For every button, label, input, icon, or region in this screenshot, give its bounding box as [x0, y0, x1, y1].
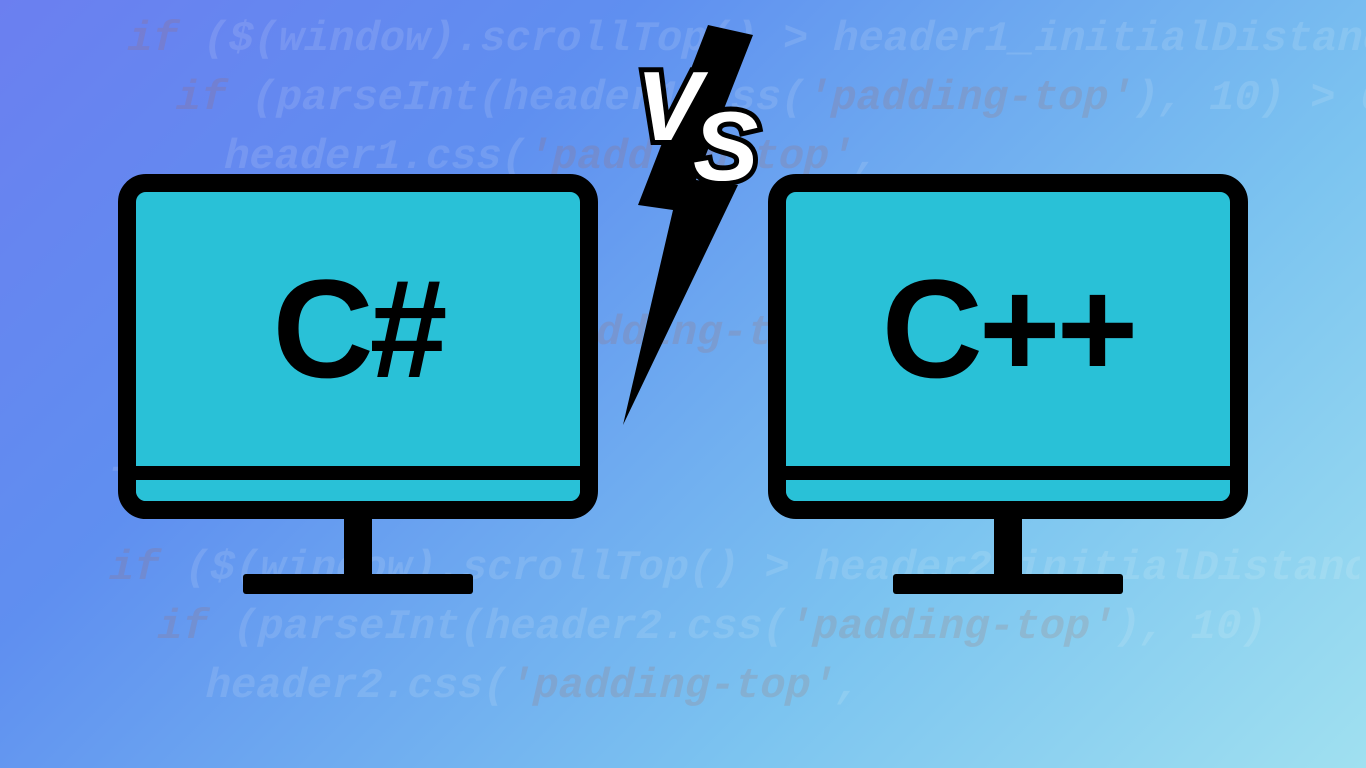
- comparison-container: C# C++ V S: [0, 0, 1366, 768]
- monitor-neck-left: [344, 519, 372, 574]
- monitor-base-right: [893, 574, 1123, 594]
- svg-text:S: S: [693, 91, 758, 201]
- monitor-base-left: [243, 574, 473, 594]
- monitor-screen-right: C++: [786, 192, 1230, 466]
- monitor-frame-right: C++: [768, 174, 1248, 519]
- right-language-label: C++: [882, 248, 1135, 410]
- right-monitor: C++: [768, 174, 1248, 594]
- monitor-bar-right: [786, 466, 1230, 501]
- monitor-frame-left: C#: [118, 174, 598, 519]
- left-language-label: C#: [273, 248, 444, 410]
- vs-lightning-icon: V S: [578, 25, 788, 425]
- monitor-neck-right: [994, 519, 1022, 574]
- monitor-screen-left: C#: [136, 192, 580, 466]
- monitor-bar-left: [136, 466, 580, 501]
- left-monitor: C#: [118, 174, 598, 594]
